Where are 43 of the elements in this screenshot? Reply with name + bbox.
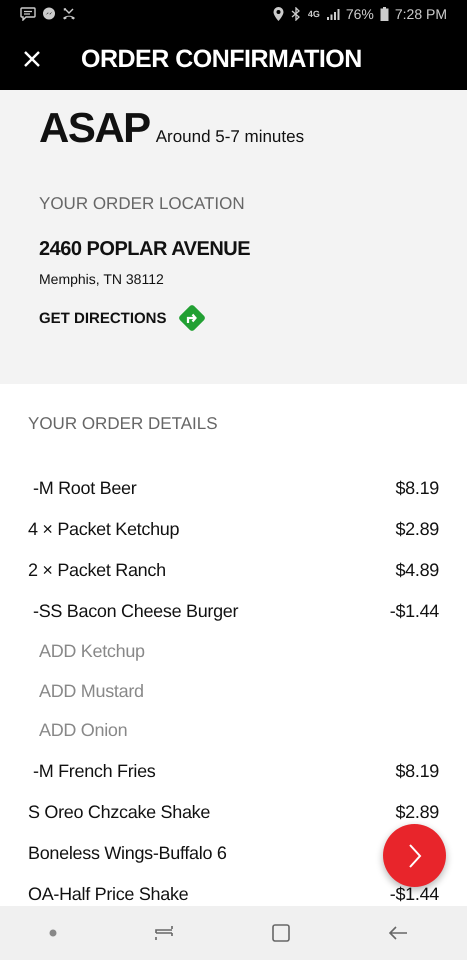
item-name: 2 × Packet Ranch	[28, 560, 166, 581]
item-price: $8.19	[395, 478, 439, 499]
item-name: OA-Half Price Shake	[28, 884, 188, 904]
back-icon[interactable]	[388, 925, 408, 941]
street-address: 2460 POPLAR AVENUE	[39, 238, 252, 261]
signal-icon	[326, 8, 340, 20]
item-name: Boneless Wings-Buffalo 6	[28, 842, 227, 864]
item-modifier: ADD Mustard	[39, 680, 144, 702]
item-price: -$1.44	[390, 601, 439, 622]
message-icon	[20, 7, 36, 21]
battery-percent: 76%	[346, 6, 374, 22]
timing-title: ASAP	[39, 104, 150, 152]
city-line: Memphis, TN 38112	[39, 271, 165, 287]
item-name: -M Root Beer	[33, 478, 136, 499]
dot-icon[interactable]	[48, 929, 57, 937]
battery-icon	[380, 7, 389, 21]
home-icon[interactable]	[271, 923, 292, 943]
close-icon	[23, 50, 41, 68]
item-price: $8.19	[395, 760, 439, 782]
item-price: $4.89	[395, 560, 439, 581]
recent-apps-icon[interactable]	[154, 924, 174, 942]
item-name: -M French Fries	[33, 760, 156, 782]
section-heading: YOUR ORDER LOCATION	[39, 194, 246, 214]
item-price: $2.89	[395, 519, 439, 540]
item-name: S Oreo Chzcake Shake	[28, 802, 210, 822]
time-estimate: Around 5-7 minutes	[156, 127, 304, 147]
item-price: $2.89	[395, 802, 439, 822]
chevron-right-icon	[408, 842, 422, 868]
section-heading: YOUR ORDER DETAILS	[28, 414, 219, 434]
bluetooth-icon	[290, 7, 302, 21]
missed-call-icon	[62, 7, 76, 21]
item-modifier: ADD Ketchup	[39, 641, 145, 662]
location-icon	[272, 7, 284, 21]
network-type: 4G	[308, 9, 320, 19]
item-modifier: ADD Onion	[39, 720, 128, 742]
screen-title: ORDER CONFIRMATION	[81, 44, 362, 74]
messenger-icon	[42, 7, 56, 21]
item-name: -SS Bacon Cheese Burger	[33, 601, 238, 622]
item-price: -$1.44	[390, 884, 439, 904]
directions-link[interactable]: GET DIRECTIONS	[39, 301, 209, 335]
next-button[interactable]	[383, 824, 446, 887]
item-name: 4 × Packet Ketchup	[28, 519, 180, 540]
clock: 7:28 PM	[394, 6, 447, 22]
